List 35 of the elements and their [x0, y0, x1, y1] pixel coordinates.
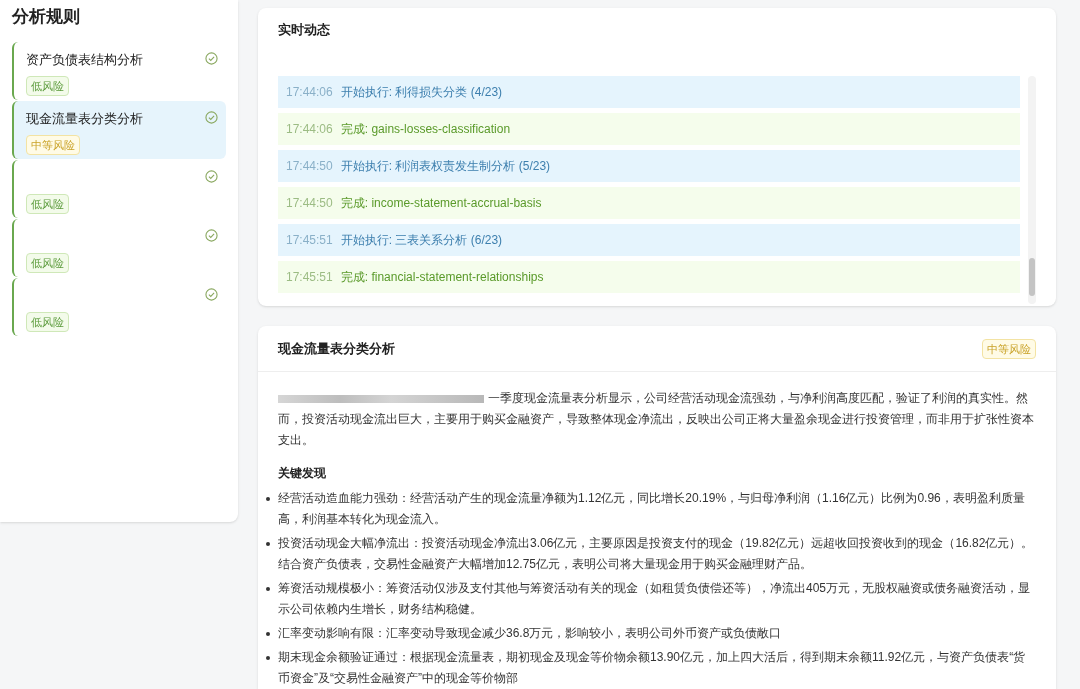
- rule-item[interactable]: 低风险: [12, 218, 226, 277]
- log-text: 开始执行: 利润表权责发生制分析 (5/23): [340, 157, 551, 175]
- log-time: 17:44:06: [286, 120, 333, 138]
- finding-text: 期末现金余额验证通过：根据现金流量表，期初现金及现金等价物余额13.90亿元，加上四大活后，得到期末余额11.92亿元，与资产负债表“货币资金”及“交易性金融资产”中的现金等价物部: [278, 649, 1027, 687]
- card-title: 现金流量表分类分析: [278, 339, 395, 358]
- log-time: 17:44:06: [286, 83, 333, 101]
- finding-text: 经营活动造血能力强劲：经营活动产生的现金流量净额为1.12亿元，同比增长20.19%，与归母净利润（1.16亿元）比例为0.96，表明盈利质量高，利润基本转化为现金流入。: [278, 490, 1026, 528]
- rule-item[interactable]: 低风险: [12, 277, 226, 336]
- finding-text: 筹资活动规模极小：筹资活动仅涉及支付其他与筹资活动有关的现金（如租赁负债偿还等），净流出405万元，无股权融资或债务融资活动，显示公司依赖内生增长，财务结构稳健。: [278, 580, 1032, 618]
- card-title: 实时动态: [278, 21, 331, 39]
- log-text: 完成: income-statement-accrual-basis: [340, 194, 542, 212]
- log-text: 开始执行: 利得损失分类 (4/23): [340, 83, 503, 101]
- log-text: 完成: financial-statement-relationships: [340, 268, 544, 286]
- section-heading: 关键发现: [278, 465, 327, 482]
- log-text: 开始执行: 三表关系分析 (6/23): [340, 231, 503, 249]
- risk-badge: 低风险: [26, 252, 69, 273]
- rule-item[interactable]: 低风险: [12, 159, 226, 218]
- log-time: 17:45:51: [286, 268, 333, 286]
- rule-item[interactable]: 现金流量表分类分析 中等风险: [12, 100, 226, 159]
- rule-title: 资产负债表结构分析: [26, 50, 143, 69]
- log-time: 17:44:50: [286, 157, 333, 175]
- finding-text: 汇率变动影响有限：汇率变动导致现金减少36.8万元，影响较小，表明公司外币资产或负债敞口: [278, 625, 782, 642]
- log-time: 17:45:51: [286, 231, 333, 249]
- rule-item[interactable]: 资产负债表结构分析 低风险: [12, 41, 226, 100]
- risk-badge: 低风险: [26, 193, 69, 214]
- risk-badge: 中等风险: [26, 134, 80, 155]
- risk-badge: 低风险: [26, 75, 69, 96]
- rule-title: 现金流量表分类分析: [26, 109, 143, 128]
- sidebar-title: 分析规则: [12, 6, 81, 28]
- log-text: 完成: gains-losses-classification: [340, 120, 511, 138]
- risk-badge: 中等风险: [982, 338, 1036, 359]
- log-time: 17:44:50: [286, 194, 333, 212]
- scrollbar-thumb[interactable]: [1029, 257, 1035, 296]
- risk-badge: 低风险: [26, 311, 69, 332]
- finding-text: 投资活动现金大幅净流出：投资活动现金净流出3.06亿元，主要原因是投资支付的现金（19.82亿元）远超收回投资收到的现金（16.82亿元）。结合资产负债表，交易性金融资产大幅增加12.75亿元，表明公司将大量现金用于购买金融理财产品。: [278, 535, 1035, 573]
